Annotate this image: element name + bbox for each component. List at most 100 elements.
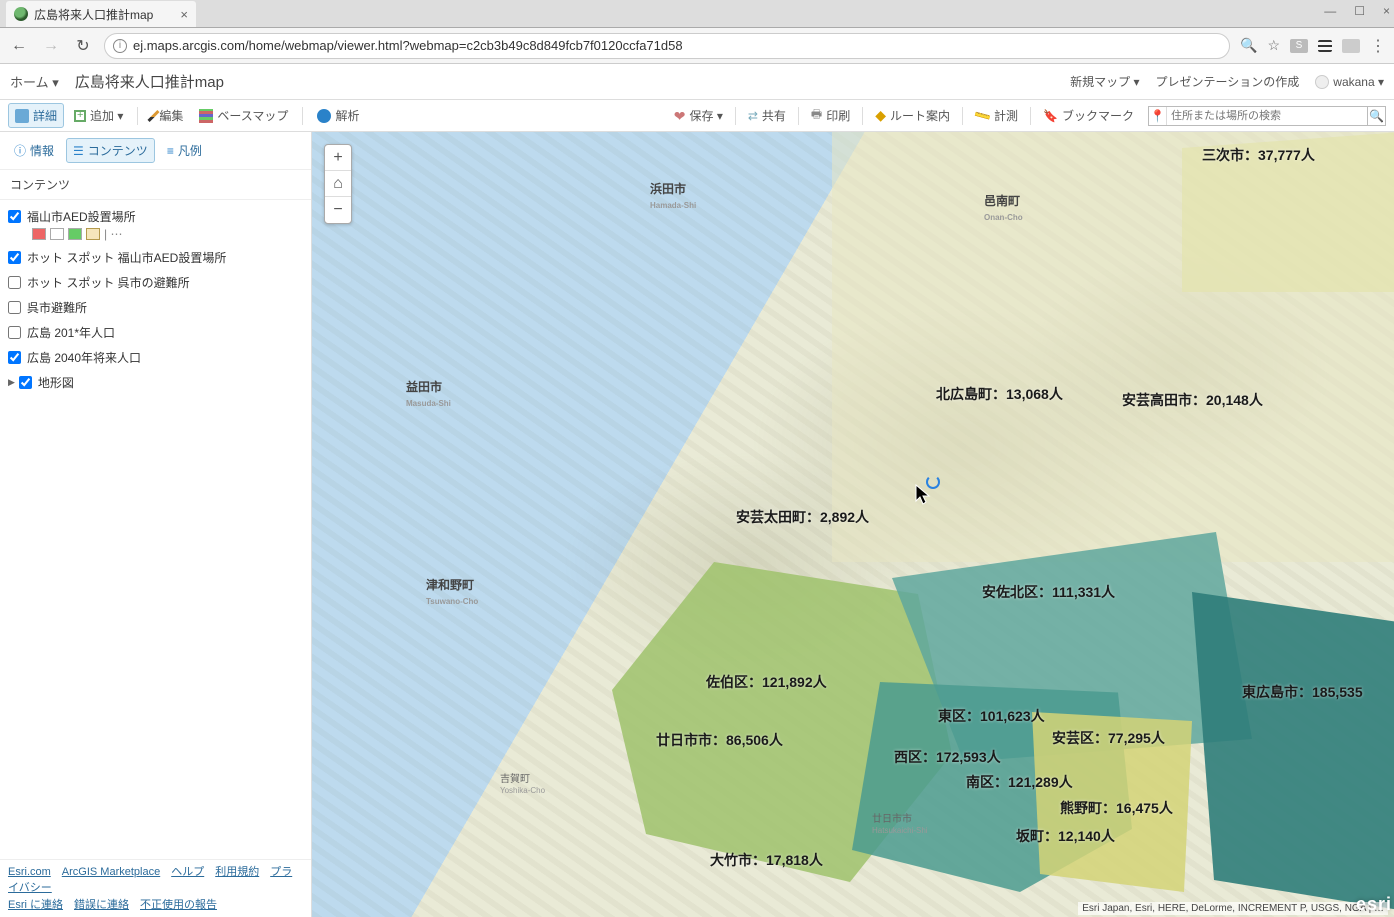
table-icon[interactable] [50, 228, 64, 240]
layer-item[interactable]: 呉市避難所 [8, 295, 303, 320]
zoom-out-button[interactable]: − [325, 197, 351, 223]
footer-link[interactable]: Esri に連絡 [8, 899, 63, 911]
layer-checkbox[interactable] [19, 376, 32, 389]
basemap-button[interactable]: ベースマップ [193, 104, 294, 127]
population-label: 西区：172,593人 [894, 747, 1001, 767]
search-input[interactable] [1167, 107, 1367, 125]
bookmark-button[interactable]: 🔖ブックマーク [1037, 104, 1140, 127]
search-in-page-icon[interactable]: 🔍 [1240, 37, 1257, 54]
population-label: 廿日市市：86,506人 [656, 730, 783, 750]
minimize-icon[interactable]: — [1324, 4, 1336, 22]
filter-icon[interactable] [86, 228, 100, 240]
layer-tools: | ⋯ [8, 227, 303, 241]
layer-item[interactable]: 広島 2040年将来人口 [8, 345, 303, 370]
star-icon[interactable]: ☆ [1267, 37, 1280, 54]
footer-link[interactable]: 利用規約 [215, 866, 259, 878]
esri-logo: esri [1356, 894, 1392, 915]
legend-swatch-icon[interactable] [32, 228, 46, 240]
footer-link[interactable]: ArcGIS Marketplace [62, 866, 160, 878]
expand-icon[interactable]: ▶ [8, 377, 15, 388]
edit-button[interactable]: 編集 [146, 104, 189, 127]
sidebar-footer: Esri.com ArcGIS Marketplace ヘルプ 利用規約 プライ… [0, 859, 311, 917]
home-dropdown[interactable]: ホーム ▾ [10, 72, 59, 91]
tab-contents[interactable]: ☰コンテンツ [66, 138, 155, 163]
layer-item[interactable]: ▶ 地形図 [8, 370, 303, 395]
zoom-home-button[interactable]: ⌂ [325, 171, 351, 197]
plus-icon [74, 110, 86, 122]
layer-checkbox[interactable] [8, 251, 21, 264]
population-label: 北広島町：13,068人 [936, 384, 1063, 404]
add-button[interactable]: 追加 ▾ [68, 104, 129, 127]
share-button[interactable]: ⇄共有 [742, 104, 792, 127]
app-bar: ホーム ▾ 広島将来人口推計map 新規マップ ▾ プレゼンテーションの作成 w… [0, 64, 1394, 100]
map-toolbar: 詳細 追加 ▾ 編集 ベースマップ 解析 ❤保存 ▾ ⇄共有 🖶印刷 ◆ルート案… [0, 100, 1394, 132]
layer-checkbox[interactable] [8, 351, 21, 364]
close-icon[interactable]: × [180, 7, 188, 22]
population-label: 佐伯区：121,892人 [706, 672, 827, 692]
detail-button[interactable]: 詳細 [8, 103, 64, 128]
layer-checkbox[interactable] [8, 326, 21, 339]
legend-icon: ≡ [167, 144, 174, 158]
layer-item[interactable]: 福山市AED設置場所 [8, 204, 303, 229]
browser-menu-icon[interactable]: ⋮ [1370, 36, 1386, 56]
layer-item[interactable]: 広島 201*年人口 [8, 320, 303, 345]
maximize-icon[interactable]: ☐ [1354, 4, 1365, 22]
zoom-control: + ⌂ − [324, 144, 352, 224]
style-icon[interactable] [68, 228, 82, 240]
info-icon: ⓘ [14, 142, 26, 159]
layer-item[interactable]: ホット スポット 福山市AED設置場所 [8, 245, 303, 270]
more-options-icon[interactable]: | ⋯ [104, 227, 122, 241]
window-controls: — ☐ × [1324, 4, 1390, 22]
account-dropdown[interactable]: wakana ▾ [1315, 75, 1384, 89]
print-button[interactable]: 🖶印刷 [805, 102, 856, 129]
search-go-icon[interactable]: 🔍 [1367, 107, 1385, 125]
route-icon: ◆ [875, 107, 886, 124]
new-map-dropdown[interactable]: 新規マップ ▾ [1070, 73, 1139, 90]
layer-label: 地形図 [38, 374, 74, 391]
site-info-icon[interactable]: i [113, 39, 127, 53]
tab-info[interactable]: ⓘ情報 [8, 138, 60, 163]
measure-button[interactable]: 📏計測 [969, 104, 1024, 127]
map-canvas[interactable]: 三次市：37,777人安芸高田市：20,148人北広島町：13,068人安芸太田… [312, 132, 1394, 917]
population-label: 安芸高田市：20,148人 [1122, 390, 1263, 410]
close-window-icon[interactable]: × [1383, 4, 1390, 22]
footer-link[interactable]: 不正使用の報告 [140, 899, 217, 911]
zoom-in-button[interactable]: + [325, 145, 351, 171]
create-presentation-link[interactable]: プレゼンテーションの作成 [1156, 73, 1300, 90]
pin-icon[interactable]: 📍 [1149, 107, 1167, 125]
back-button[interactable]: ← [8, 37, 30, 55]
extension-grid-icon[interactable] [1342, 39, 1360, 53]
population-label: 東広島市：185,535 [1242, 682, 1363, 702]
place-label: 益田市Masuda-Shi [406, 378, 451, 409]
population-label: 南区：121,289人 [966, 772, 1073, 792]
analysis-button[interactable]: 解析 [311, 104, 365, 127]
url-box[interactable]: i ej.maps.arcgis.com/home/webmap/viewer.… [104, 33, 1230, 59]
layer-checkbox[interactable] [8, 276, 21, 289]
layer-item[interactable]: ホット スポット 呉市の避難所 [8, 270, 303, 295]
reload-button[interactable]: ↻ [72, 36, 94, 56]
footer-link[interactable]: ヘルプ [171, 866, 204, 878]
address-bar: ← → ↻ i ej.maps.arcgis.com/home/webmap/v… [0, 28, 1394, 64]
tab-legend[interactable]: ≡凡例 [161, 138, 208, 163]
population-label: 三次市：37,777人 [1202, 145, 1315, 165]
sidebar: ⓘ情報 ☰コンテンツ ≡凡例 コンテンツ 福山市AED設置場所| ⋯ホット スポ… [0, 132, 312, 917]
population-label: 安佐北区：111,331人 [982, 582, 1115, 602]
layer-checkbox[interactable] [8, 210, 21, 223]
separator [302, 107, 303, 125]
browser-tab[interactable]: 広島将来人口推計map × [6, 1, 196, 27]
address-bar-right: 🔍 ☆ S ⋮ [1240, 36, 1386, 56]
place-label: 邑南町Onan-Cho [984, 192, 1023, 223]
directions-button[interactable]: ◆ルート案内 [869, 104, 956, 127]
save-button[interactable]: ❤保存 ▾ [668, 104, 729, 127]
extension-list-icon[interactable] [1318, 40, 1332, 52]
layer-checkbox[interactable] [8, 301, 21, 314]
mouse-cursor [916, 485, 930, 505]
place-label: 津和野町Tsuwano-Cho [426, 576, 478, 607]
footer-link[interactable]: 錯誤に連絡 [74, 899, 129, 911]
tab-title: 広島将来人口推計map [34, 6, 153, 23]
search-box[interactable]: 📍 🔍 [1148, 106, 1386, 126]
share-icon: ⇄ [748, 109, 758, 123]
extension-s-icon[interactable]: S [1290, 39, 1308, 53]
basemap-icon [199, 109, 213, 123]
footer-link[interactable]: Esri.com [8, 866, 51, 878]
